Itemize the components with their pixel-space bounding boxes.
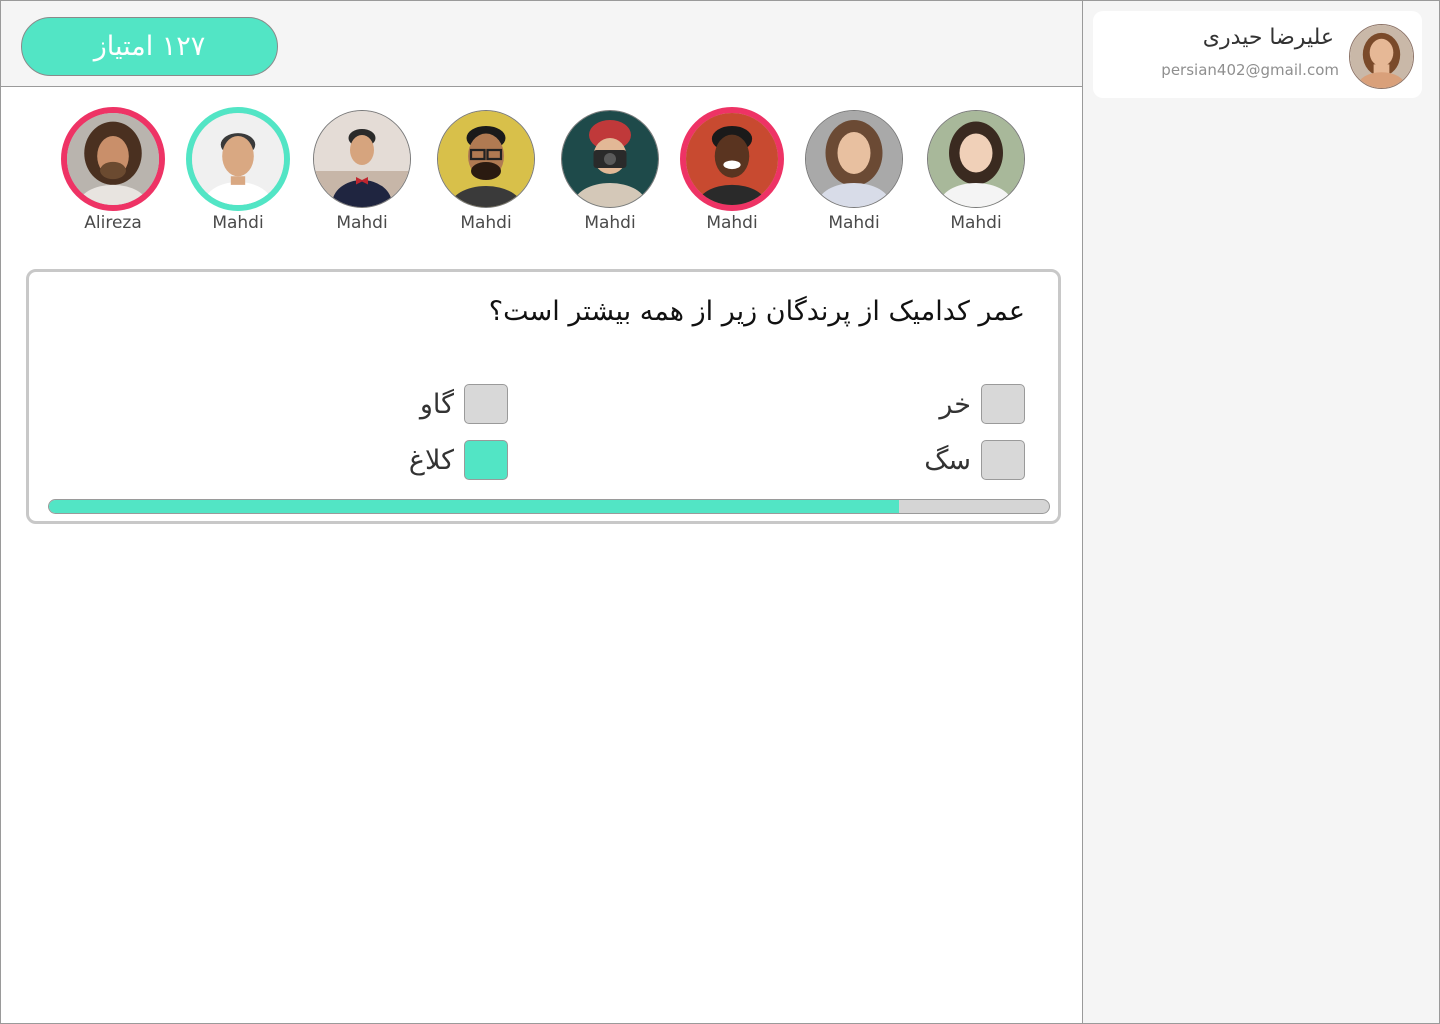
player-name: Mahdi bbox=[336, 213, 388, 233]
answer-label: کلاغ bbox=[408, 444, 454, 476]
player-name: Mahdi bbox=[950, 213, 1002, 233]
player-name: Mahdi bbox=[212, 213, 264, 233]
player-name: Mahdi bbox=[584, 213, 636, 233]
player-avatar[interactable] bbox=[561, 110, 659, 208]
player-avatar[interactable] bbox=[680, 107, 784, 211]
sidebar: علیرضا حیدری persian402@gmail.com bbox=[1082, 1, 1439, 1023]
player-card[interactable]: Mahdi bbox=[921, 104, 1031, 239]
player-name: Alireza bbox=[84, 213, 142, 233]
timer-progress-bar bbox=[48, 499, 1050, 514]
player-card[interactable]: Mahdi bbox=[799, 104, 909, 239]
answer-option[interactable]: کلاغ bbox=[409, 440, 508, 480]
player-card[interactable]: Mahdi bbox=[183, 104, 293, 239]
answer-checkbox[interactable] bbox=[981, 440, 1025, 480]
player-card[interactable]: Mahdi bbox=[431, 104, 541, 239]
player-name: Mahdi bbox=[460, 213, 512, 233]
answer-checkbox[interactable] bbox=[981, 384, 1025, 424]
player-name: Mahdi bbox=[828, 213, 880, 233]
answer-label: گاو bbox=[419, 388, 454, 420]
player-avatar[interactable] bbox=[61, 107, 165, 211]
question-card: عمر کدامیک از پرندگان زیر از همه بیشتر ا… bbox=[26, 269, 1061, 524]
woman-portrait-image bbox=[1350, 25, 1413, 88]
answer-checkbox[interactable] bbox=[464, 440, 508, 480]
answer-label: سگ bbox=[924, 444, 971, 476]
player-avatar[interactable] bbox=[437, 110, 535, 208]
player-name: Mahdi bbox=[706, 213, 758, 233]
score-label: ۱۲۷ امتیاز bbox=[93, 31, 206, 62]
profile-avatar[interactable] bbox=[1349, 24, 1414, 89]
player-avatar[interactable] bbox=[186, 107, 290, 211]
player-avatar[interactable] bbox=[313, 110, 411, 208]
top-bar: ۱۲۷ امتیاز bbox=[1, 1, 1082, 87]
answer-label: خر bbox=[939, 388, 971, 420]
man-glasses-image bbox=[438, 111, 534, 207]
man-smiling-image bbox=[192, 113, 284, 205]
player-card[interactable]: Alireza bbox=[58, 104, 168, 239]
woman-asian-image bbox=[928, 111, 1024, 207]
answer-checkbox[interactable] bbox=[464, 384, 508, 424]
man-laughing-image bbox=[686, 113, 778, 205]
man-dreadlocks-image bbox=[67, 113, 159, 205]
woman-camera-image bbox=[562, 111, 658, 207]
players-row: Alireza Mahdi Mahdi Mahdi Mahdi Mahdi Ma… bbox=[0, 104, 1082, 244]
score-button[interactable]: ۱۲۷ امتیاز bbox=[21, 17, 278, 76]
question-text: عمر کدامیک از پرندگان زیر از همه بیشتر ا… bbox=[488, 296, 1025, 327]
player-avatar[interactable] bbox=[805, 110, 903, 208]
profile-email: persian402@gmail.com bbox=[1161, 61, 1339, 79]
answer-option[interactable]: سگ bbox=[924, 440, 1025, 480]
player-card[interactable]: Mahdi bbox=[555, 104, 665, 239]
player-card[interactable]: Mahdi bbox=[677, 104, 787, 239]
woman-portrait-image bbox=[806, 111, 902, 207]
player-avatar[interactable] bbox=[927, 110, 1025, 208]
answer-option[interactable]: گاو bbox=[420, 384, 508, 424]
profile-name: علیرضا حیدری bbox=[1202, 25, 1334, 50]
profile-card[interactable]: علیرضا حیدری persian402@gmail.com bbox=[1093, 11, 1422, 98]
timer-progress-fill bbox=[49, 500, 899, 513]
answer-option[interactable]: خر bbox=[939, 384, 1025, 424]
player-card[interactable]: Mahdi bbox=[307, 104, 417, 239]
man-bowtie-image bbox=[314, 111, 410, 207]
